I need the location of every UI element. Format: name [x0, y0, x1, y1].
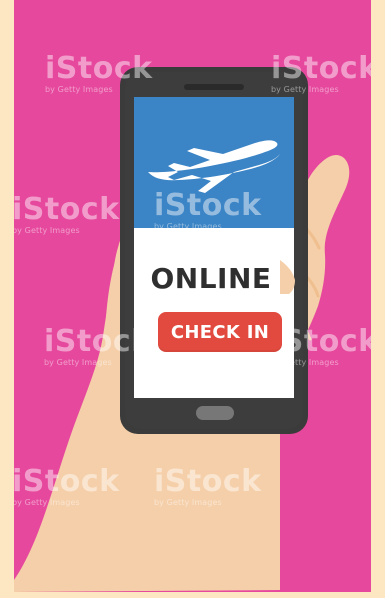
- phone-speaker: [184, 84, 244, 90]
- check-in-button[interactable]: CHECK IN: [158, 312, 282, 352]
- bottom-frame-strip: [0, 592, 385, 598]
- home-button[interactable]: [196, 406, 234, 420]
- online-heading: ONLINE: [150, 262, 272, 295]
- left-frame-strip: [0, 0, 14, 598]
- illustration-art: [14, 0, 371, 592]
- right-frame-strip: [371, 0, 385, 598]
- illustration: iStock by Getty Images iStock by Getty I…: [14, 0, 371, 592]
